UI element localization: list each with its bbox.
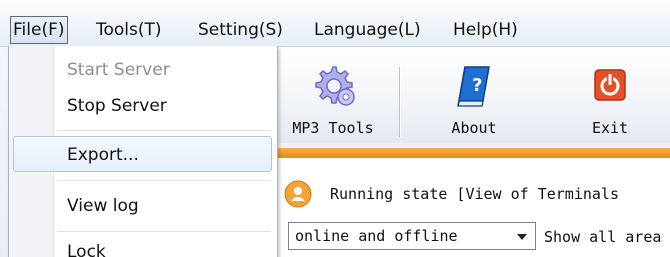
menu-separator (57, 130, 271, 131)
gears-icon (310, 63, 356, 113)
show-all-area-label: Show all area (544, 228, 662, 246)
menu-item-view-log[interactable]: View log (67, 196, 139, 216)
menu-separator (57, 231, 271, 232)
menu-item-lock[interactable]: Lock (67, 242, 106, 257)
chevron-down-icon (517, 234, 527, 240)
menu-item-export[interactable]: Export... (67, 145, 139, 165)
menu-file[interactable]: File(F) (10, 16, 68, 44)
about-button[interactable]: ? About (422, 47, 526, 143)
mp3-tools-button[interactable]: MP3 Tools (278, 47, 388, 143)
menu-help[interactable]: Help(H) (451, 16, 520, 44)
toolbar-separator (399, 67, 400, 137)
accent-bar (272, 148, 670, 158)
running-state-text: Running state [View of Terminals (330, 185, 619, 203)
terminal-filter-select[interactable]: online and offline (288, 222, 536, 250)
toolbar: MP3 Tools ? About Exit (272, 47, 670, 143)
file-menu-dropdown: Start Server Stop Server Export... View … (8, 46, 278, 257)
menu-setting[interactable]: Setting(S) (196, 16, 285, 44)
power-icon (594, 69, 626, 105)
main-content: Running state [View of Terminals online … (272, 158, 670, 257)
menu-language[interactable]: Language(L) (312, 16, 423, 44)
svg-text:?: ? (472, 75, 482, 96)
menu-item-stop-server[interactable]: Stop Server (67, 96, 167, 116)
about-label: About (451, 119, 497, 137)
menu-item-highlight (13, 136, 272, 172)
mp3-tools-label: MP3 Tools (292, 119, 374, 137)
menu-bar: File(F) Tools(T) Setting(S) Language(L) … (0, 0, 670, 47)
menu-separator (57, 180, 271, 181)
menu-item-start-server[interactable]: Start Server (67, 60, 170, 80)
user-icon (284, 180, 312, 212)
app-window: File(F) Tools(T) Setting(S) Language(L) … (0, 0, 670, 257)
exit-label: Exit (591, 119, 629, 137)
terminal-filter-value: online and offline (295, 227, 458, 245)
help-book-icon: ? (453, 63, 495, 113)
menu-tools[interactable]: Tools(T) (94, 16, 164, 44)
exit-button[interactable]: Exit (562, 47, 658, 143)
